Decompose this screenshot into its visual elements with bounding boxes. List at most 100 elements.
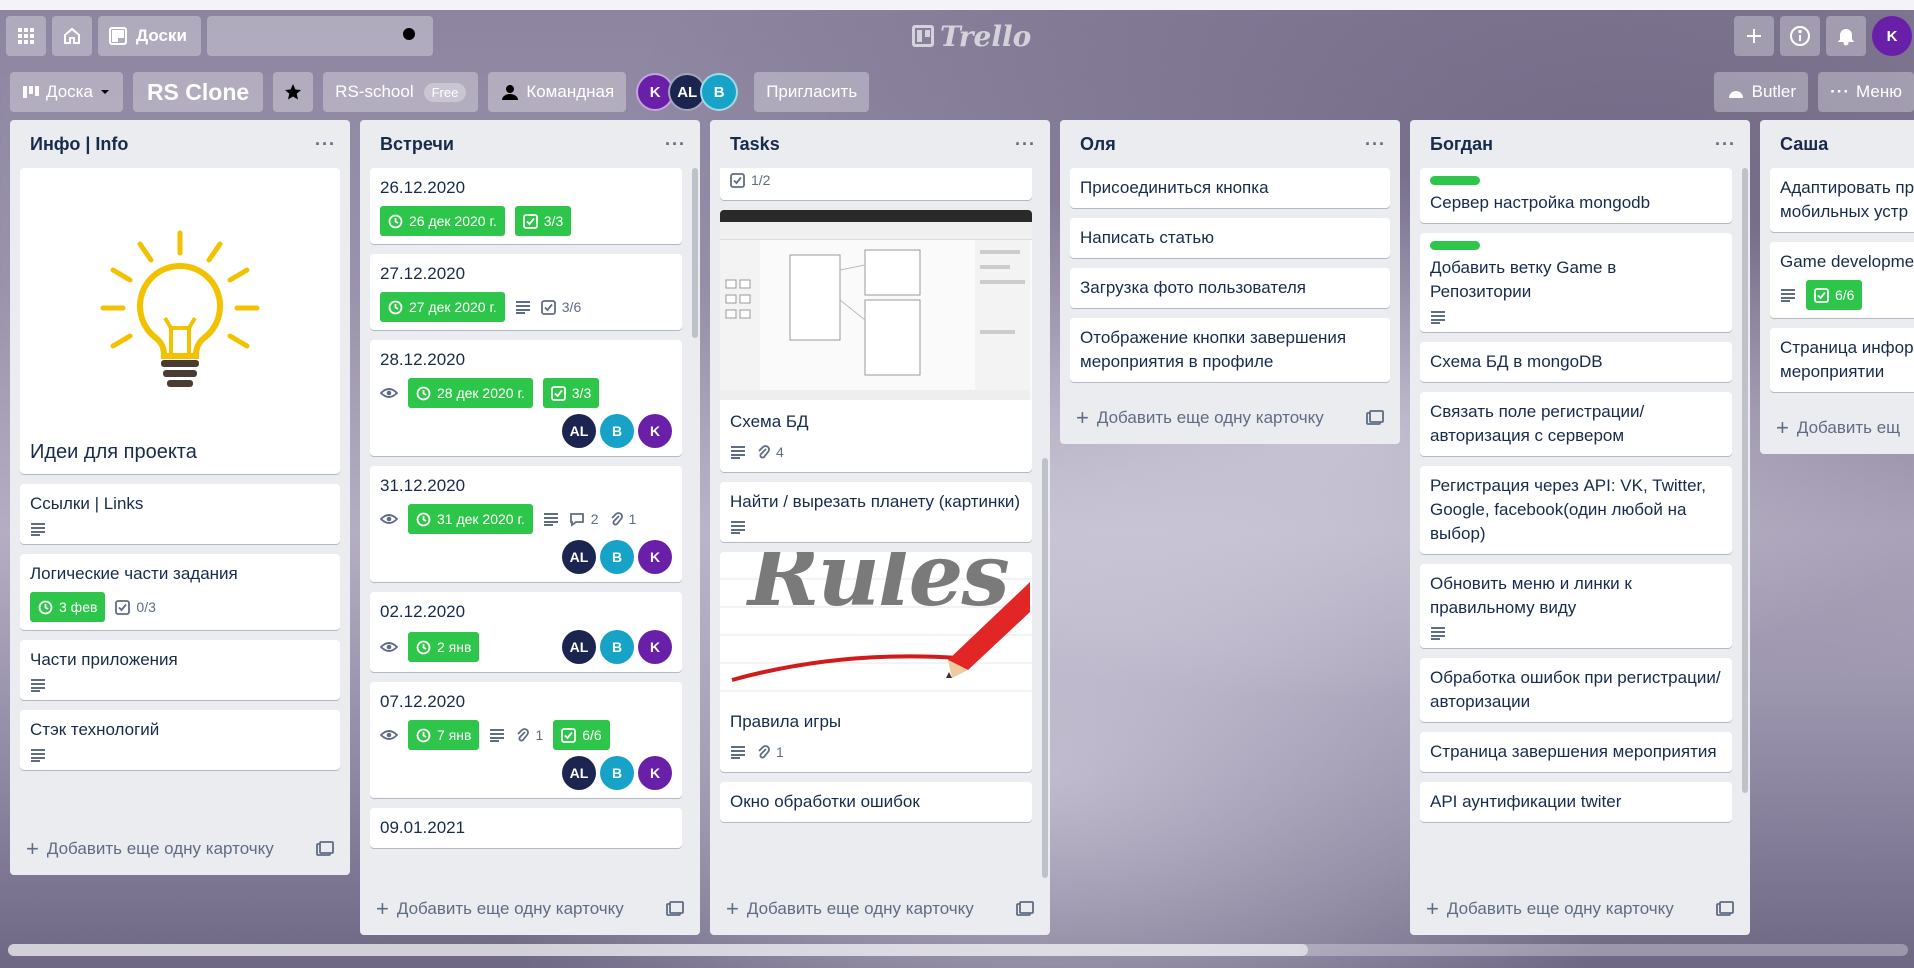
list-title[interactable]: Богдан [1430, 134, 1493, 155]
add-card-button[interactable]: + Добавить ещ [1776, 415, 1900, 441]
member-avatar-k[interactable]: K [638, 630, 672, 664]
list-title[interactable]: Tasks [730, 134, 780, 155]
card[interactable]: Отображение кнопки завершения мероприяти… [1070, 318, 1390, 382]
card[interactable]: Написать статью [1070, 218, 1390, 258]
list-menu-button[interactable]: ··· [1365, 134, 1386, 155]
member-avatar-b[interactable]: B [600, 540, 634, 574]
due-date-badge[interactable]: 31 дек 2020 г. [408, 504, 533, 534]
card-template-icon[interactable] [1716, 901, 1734, 917]
member-avatar-b[interactable]: B [600, 630, 634, 664]
member-avatar-b[interactable]: B [700, 73, 739, 111]
star-button[interactable] [273, 72, 314, 112]
visibility-button[interactable]: Командная [488, 72, 627, 112]
card[interactable]: 26.12.2020 26 дек 2020 г. 3/3 [370, 168, 682, 244]
card[interactable]: Страница инфор мероприятии [1770, 328, 1914, 392]
due-date-badge[interactable]: 26 дек 2020 г. [380, 206, 505, 236]
list-scrollbar[interactable] [692, 168, 698, 338]
card-template-icon[interactable] [666, 901, 684, 917]
list-header[interactable]: Tasks ··· [710, 120, 1050, 168]
due-date-badge[interactable]: 27 дек 2020 г. [380, 292, 505, 322]
board-scrollbar-thumb[interactable] [8, 944, 1308, 956]
list-header[interactable]: Инфо | Info ··· [10, 120, 350, 168]
user-avatar[interactable]: K [1872, 16, 1912, 56]
board-title[interactable]: RS Clone [132, 72, 264, 112]
card[interactable]: Game developme 6/6 [1770, 242, 1914, 318]
card[interactable]: 31.12.2020 31 дек 2020 г. 2 1 AL B K [370, 466, 682, 582]
add-card-button[interactable]: + Добавить еще одну карточку [376, 896, 624, 922]
member-avatar-al[interactable]: AL [562, 540, 596, 574]
card[interactable]: Сервер настройка mongodb [1420, 168, 1732, 223]
list-title[interactable]: Встречи [380, 134, 454, 155]
card[interactable]: Обновить меню и линки к правильному виду [1420, 564, 1732, 648]
add-card-button[interactable]: + Добавить еще одну карточку [1426, 896, 1674, 922]
card[interactable]: Адаптировать пр мобильных устр [1770, 168, 1914, 232]
butler-button[interactable]: Butler [1713, 72, 1809, 112]
due-date-badge[interactable]: 28 дек 2020 г. [408, 378, 533, 408]
add-card-button[interactable]: + Добавить еще одну карточку [726, 896, 974, 922]
list-header[interactable]: Оля ··· [1060, 120, 1400, 168]
card[interactable]: 02.12.2020 2 янв AL B K [370, 592, 682, 672]
card[interactable]: Найти / вырезать планету (картинки) [720, 482, 1032, 542]
trello-logo[interactable]: Trello [912, 10, 1031, 62]
list-title[interactable]: Инфо | Info [30, 134, 128, 155]
member-avatar-k[interactable]: K [638, 540, 672, 574]
green-label[interactable] [1430, 176, 1480, 185]
card[interactable]: Регистрация через API: VK, Twitter, Goog… [1420, 466, 1732, 554]
add-card-button[interactable]: + Добавить еще одну карточку [26, 836, 274, 862]
board-view-switcher[interactable]: Доска [10, 72, 123, 112]
member-avatar-k[interactable]: K [638, 414, 672, 448]
menu-button[interactable]: ··· Меню [1818, 72, 1914, 112]
card-template-icon[interactable] [1016, 901, 1034, 917]
apps-menu-button[interactable] [6, 16, 46, 56]
card[interactable]: Загрузка фото пользователя [1070, 268, 1390, 308]
card[interactable]: Стэк технологий [20, 710, 340, 770]
list-title[interactable]: Саша [1780, 134, 1828, 155]
create-button[interactable] [1734, 16, 1774, 56]
card[interactable]: Ссылки | Links [20, 484, 340, 544]
card[interactable]: Схема БД в mongoDB [1420, 342, 1732, 382]
card-template-icon[interactable] [1366, 410, 1384, 426]
list-header[interactable]: Богдан ··· [1410, 120, 1750, 168]
card[interactable]: 27.12.2020 27 дек 2020 г. 3/6 [370, 254, 682, 330]
add-card-button[interactable]: + Добавить еще одну карточку [1076, 405, 1324, 431]
member-avatar-al[interactable]: AL [562, 756, 596, 790]
card[interactable]: API аунтификации twiter [1420, 782, 1732, 822]
green-label[interactable] [1430, 241, 1480, 250]
card-template-icon[interactable] [316, 841, 334, 857]
due-date-badge[interactable]: 7 янв [408, 720, 480, 750]
card[interactable]: 09.01.2021 [370, 808, 682, 848]
list-menu-button[interactable]: ··· [665, 134, 686, 155]
search-input[interactable] [206, 16, 433, 56]
card[interactable]: Связать поле регистрации/авторизация с с… [1420, 392, 1732, 456]
card[interactable]: Части приложения [20, 640, 340, 700]
card[interactable]: Присоединиться кнопка [1070, 168, 1390, 208]
due-date-badge[interactable]: 2 янв [408, 632, 480, 662]
card[interactable]: Схема БД 4 [720, 210, 1032, 472]
card[interactable]: Rules Правила игры 1 [720, 552, 1032, 772]
list-scrollbar[interactable] [1742, 168, 1748, 793]
home-button[interactable] [52, 16, 92, 56]
card[interactable]: 28.12.2020 28 дек 2020 г. 3/3 AL B K [370, 340, 682, 456]
list-menu-button[interactable]: ··· [1715, 134, 1736, 155]
list-menu-button[interactable]: ··· [315, 134, 336, 155]
card[interactable]: Обработка ошибок при регистрации/авториз… [1420, 658, 1732, 722]
card[interactable]: 07.12.2020 7 янв 1 6/6 AL B K [370, 682, 682, 798]
team-button[interactable]: RS-school Free [323, 72, 479, 112]
notifications-button[interactable] [1826, 16, 1866, 56]
list-header[interactable]: Встречи ··· [360, 120, 700, 168]
card[interactable]: 1/2 [720, 168, 1032, 200]
list-menu-button[interactable]: ··· [1015, 134, 1036, 155]
info-button[interactable] [1780, 16, 1820, 56]
member-avatar-k[interactable]: K [638, 756, 672, 790]
card[interactable]: Идеи для проекта [20, 168, 340, 474]
member-avatar-al[interactable]: AL [562, 630, 596, 664]
list-header[interactable]: Саша [1760, 120, 1914, 168]
member-avatar-b[interactable]: B [600, 414, 634, 448]
invite-button[interactable]: Пригласить [754, 72, 870, 112]
boards-button[interactable]: Доски [98, 16, 201, 56]
member-avatar-b[interactable]: B [600, 756, 634, 790]
member-avatar-al[interactable]: AL [562, 414, 596, 448]
list-scrollbar[interactable] [1042, 458, 1048, 878]
card[interactable]: Окно обработки ошибок [720, 782, 1032, 822]
card[interactable]: Добавить ветку Game в Репозитории [1420, 233, 1732, 332]
